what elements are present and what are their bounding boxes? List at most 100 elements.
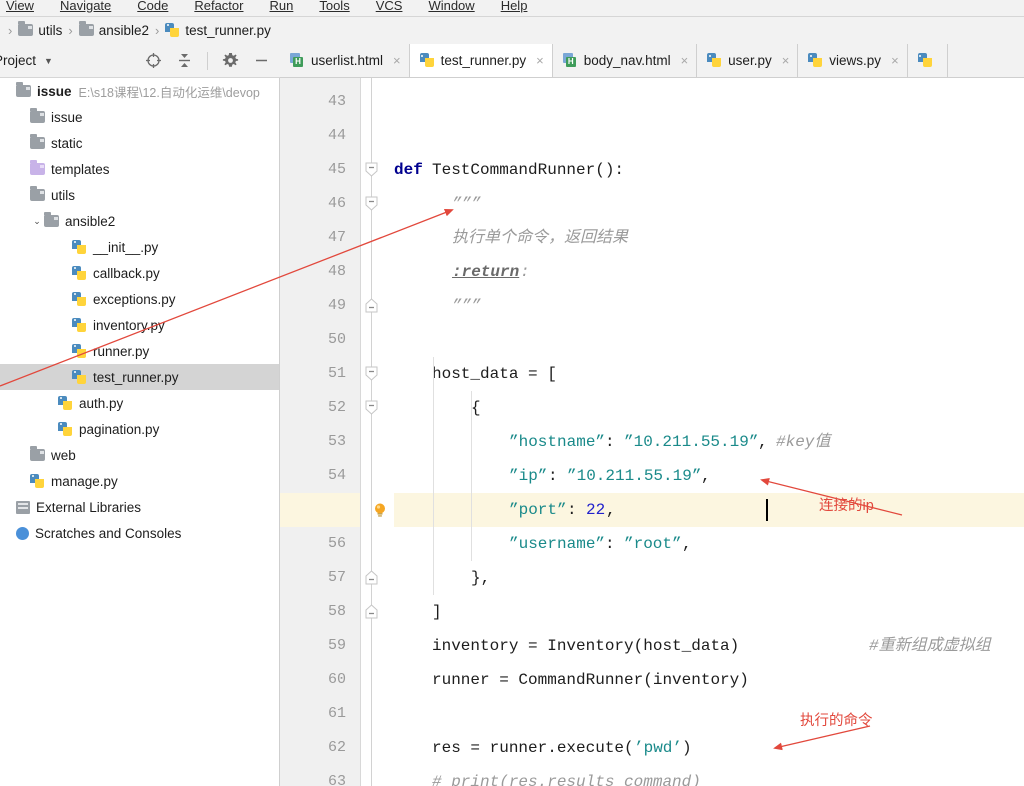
folder-icon [30, 186, 45, 201]
close-icon[interactable]: × [681, 53, 689, 68]
locate-icon[interactable] [145, 52, 162, 69]
line-number: 60 [327, 671, 346, 688]
tree-item-inventory-py[interactable]: inventory.py [0, 312, 279, 338]
gear-icon[interactable] [222, 52, 239, 69]
code-line-50[interactable] [394, 323, 1024, 357]
fold-collapse-start-icon[interactable] [364, 196, 379, 211]
tree-item-test-runner-py[interactable]: test_runner.py [0, 364, 279, 390]
menu-item-tools[interactable]: Tools [319, 0, 349, 13]
code-line-56[interactable]: ”username”: ”root”, [394, 527, 1024, 561]
tree-item-web[interactable]: web [0, 442, 279, 468]
breadcrumb-item-ansible2[interactable]: ansible2 [78, 21, 149, 38]
menu-item-view[interactable]: View [6, 0, 34, 13]
breadcrumb[interactable]: › utils › ansible2 › test_runner.py [0, 17, 1024, 43]
menu-bar[interactable]: View Navigate Code Refactor Run Tools VCS Windo… [0, 0, 1024, 16]
collapse-all-icon[interactable] [176, 52, 193, 69]
code-line-59[interactable]: inventory = Inventory(host_data) #重新组成虚拟组 [394, 629, 1024, 663]
code-line-48[interactable]: :return: [394, 255, 1024, 289]
tree-item-callback-py[interactable]: callback.py [0, 260, 279, 286]
chevron-down-icon[interactable]: ▼ [44, 56, 53, 66]
code-token: , [758, 433, 768, 451]
tree-item-issue[interactable]: issue E:\s18课程\12.自动化运维\devop [0, 78, 279, 104]
tree-item-auth-py[interactable]: auth.py [0, 390, 279, 416]
breadcrumb-item-test-runner-py[interactable]: test_runner.py [165, 22, 271, 38]
tree-item-runner-py[interactable]: runner.py [0, 338, 279, 364]
code-line-49[interactable]: ””” [394, 289, 1024, 323]
menu-item-navigate[interactable]: Navigate [60, 0, 111, 13]
code-line-58[interactable]: ] [394, 595, 1024, 629]
fold-collapse-end-icon[interactable] [364, 570, 379, 585]
line-number: 53 [327, 433, 346, 450]
tree-item-templates[interactable]: templates [0, 156, 279, 182]
project-panel-title[interactable]: Project [0, 53, 36, 68]
code-line-54[interactable]: ”ip”: ”10.211.55.19”, [394, 459, 1024, 493]
tree-item-utils[interactable]: utils [0, 182, 279, 208]
code-line-63[interactable]: # print(res.results command) [394, 765, 1024, 786]
intention-bulb-icon[interactable] [373, 502, 387, 518]
menu-item-window[interactable]: Window [428, 0, 474, 13]
tree-item--init-py[interactable]: __init__.py [0, 234, 279, 260]
tree-item-ansible2[interactable]: ⌄ ansible2 [0, 208, 279, 234]
line-number: 50 [327, 331, 346, 348]
breadcrumb-item-utils[interactable]: utils [18, 21, 62, 38]
project-tree[interactable]: issue E:\s18课程\12.自动化运维\devop issue static t… [0, 78, 280, 786]
editor-tab-views-py[interactable]: views.py × [798, 44, 908, 77]
editor-tab-bar[interactable]: Huserlist.html × test_runner.py × Hbody_nav.… [280, 44, 1024, 78]
code-line-57[interactable]: }, [394, 561, 1024, 595]
editor-tab-user-py[interactable]: user.py × [697, 44, 799, 77]
tree-item-manage-py[interactable]: manage.py [0, 468, 279, 494]
editor-tab-test-runner-py[interactable]: test_runner.py × [409, 44, 553, 77]
line-number: 44 [327, 127, 346, 144]
menu-item-run[interactable]: Run [269, 0, 293, 13]
code-line-47[interactable]: 执行单个命令，返回结果 [394, 221, 1024, 255]
chevron-down-icon[interactable]: ⌄ [30, 216, 44, 227]
code-line-45[interactable]: def TestCommandRunner(): [394, 153, 1024, 187]
close-icon[interactable]: × [782, 53, 790, 68]
tree-item-exceptions-py[interactable]: exceptions.py [0, 286, 279, 312]
menu-item-vcs[interactable]: VCS [376, 0, 403, 13]
tree-item-label: __init__.py [93, 239, 159, 255]
menu-item-code[interactable]: Code [137, 0, 168, 13]
code-line-46[interactable]: ””” [394, 187, 1024, 221]
code-token: ] [432, 603, 442, 621]
tree-item-pagination-py[interactable]: pagination.py [0, 416, 279, 442]
tree-item-scratches-and-consoles[interactable]: Scratches and Consoles [0, 520, 279, 546]
code-token: , [606, 501, 616, 519]
editor-tab-overflow[interactable] [907, 44, 948, 77]
code-line-61[interactable] [394, 697, 1024, 731]
fold-collapse-start-icon[interactable] [364, 162, 379, 177]
editor-tab-userlist-html[interactable]: Huserlist.html × [280, 44, 410, 77]
code-line-44[interactable] [394, 119, 1024, 153]
code-line-51[interactable]: host_data = [ [394, 357, 1024, 391]
code-line-53[interactable]: ”hostname”: ”10.211.55.19”, #key值 [394, 425, 1024, 459]
editor-fold-strip[interactable] [360, 78, 394, 786]
line-number: 46 [327, 195, 346, 212]
fold-collapse-end-icon[interactable] [364, 298, 379, 313]
code-line-52[interactable]: { [394, 391, 1024, 425]
code-line-43[interactable] [394, 85, 1024, 119]
caret-row-highlight-gutter [280, 493, 360, 527]
menu-item-help[interactable]: Help [501, 0, 528, 13]
fold-collapse-start-icon[interactable] [364, 366, 379, 381]
tree-item-issue[interactable]: issue [0, 104, 279, 130]
close-icon[interactable]: × [536, 53, 544, 68]
breadcrumb-separator: › [8, 22, 13, 38]
close-icon[interactable]: × [891, 53, 899, 68]
pycharm-window: View Navigate Code Refactor Run Tools VCS Windo… [0, 0, 1024, 786]
code-token: ”ip” [509, 467, 548, 485]
editor-code-area[interactable]: def TestCommandRunner():””” 执行单个命令，返回结果:r… [394, 78, 1024, 786]
close-icon[interactable]: × [393, 53, 401, 68]
editor-gutter[interactable]: 4344454647484950515253545556575859606162… [280, 78, 360, 786]
tree-item-label: test_runner.py [93, 369, 179, 385]
code-line-55[interactable]: ”port”: 22, [394, 493, 1024, 527]
fold-collapse-end-icon[interactable] [364, 604, 379, 619]
fold-collapse-start-icon[interactable] [364, 400, 379, 415]
tree-item-external-libraries[interactable]: External Libraries [0, 494, 279, 520]
code-line-60[interactable]: runner = CommandRunner(inventory) [394, 663, 1024, 697]
code-editor[interactable]: 4344454647484950515253545556575859606162… [280, 78, 1024, 786]
menu-item-refactor[interactable]: Refactor [194, 0, 243, 13]
code-line-62[interactable]: res = runner.execute(’pwd’) [394, 731, 1024, 765]
tree-item-static[interactable]: static [0, 130, 279, 156]
hide-panel-icon[interactable] [253, 52, 270, 69]
editor-tab-body-nav-html[interactable]: Hbody_nav.html × [552, 44, 698, 77]
